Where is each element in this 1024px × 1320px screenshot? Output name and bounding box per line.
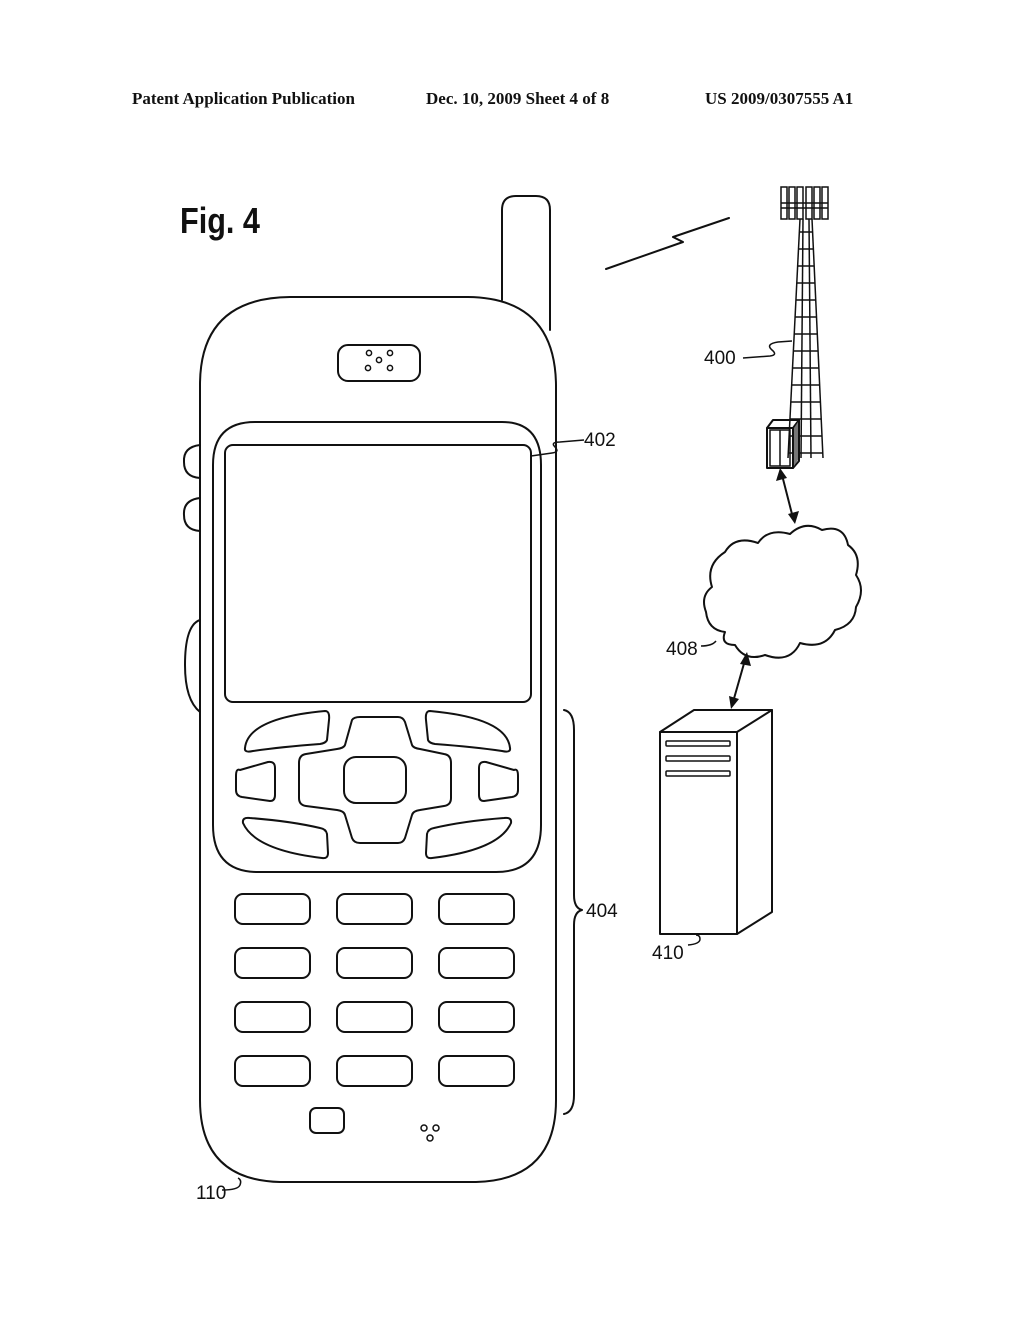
label-402: 402 bbox=[584, 430, 616, 451]
dpad-center-select[interactable] bbox=[343, 756, 407, 804]
navigation-pad bbox=[235, 710, 519, 860]
equipment-shelter-icon bbox=[766, 419, 800, 469]
server-icon bbox=[659, 709, 773, 935]
server-leader-line bbox=[687, 934, 701, 946]
side-button-large bbox=[184, 619, 201, 713]
microphone-icon bbox=[420, 1124, 440, 1142]
keypad-key[interactable] bbox=[336, 1001, 413, 1033]
keypad-key[interactable] bbox=[438, 947, 515, 979]
label-404: 404 bbox=[586, 901, 618, 922]
side-button-upper bbox=[182, 444, 201, 479]
mobile-phone bbox=[182, 195, 557, 1183]
network-server-link-arrow bbox=[729, 652, 751, 709]
tower-network-link-arrow bbox=[776, 468, 799, 524]
keypad-key[interactable] bbox=[438, 1055, 515, 1087]
softkey-lower-right[interactable] bbox=[425, 816, 513, 860]
softkey-lower-left[interactable] bbox=[241, 816, 329, 860]
network-leader-line bbox=[700, 640, 717, 647]
label-400: 400 bbox=[704, 348, 736, 369]
softkey-right[interactable] bbox=[478, 760, 519, 802]
softkey-upper-right[interactable] bbox=[424, 710, 512, 753]
label-410: 410 bbox=[652, 943, 684, 964]
side-button-middle bbox=[182, 497, 201, 532]
network-cloud-icon bbox=[703, 524, 862, 659]
front-bezel bbox=[212, 421, 542, 873]
display-screen bbox=[224, 444, 532, 703]
antenna bbox=[501, 195, 551, 331]
keypad-key[interactable] bbox=[234, 893, 311, 925]
softkey-upper-left[interactable] bbox=[243, 710, 331, 753]
cell-tower bbox=[766, 186, 829, 469]
keypad-key[interactable] bbox=[438, 1001, 515, 1033]
tower-leader-line bbox=[742, 340, 793, 359]
figure-drawing: 402 404 110 400 408 410 bbox=[182, 186, 862, 1204]
keypad-key[interactable] bbox=[336, 893, 413, 925]
keypad-key[interactable] bbox=[336, 1055, 413, 1087]
label-110: 110 bbox=[196, 1183, 226, 1204]
keypad-key[interactable] bbox=[234, 1055, 311, 1087]
softkey-left[interactable] bbox=[235, 760, 276, 802]
keypad-key[interactable] bbox=[336, 947, 413, 979]
phone-body bbox=[199, 296, 557, 1183]
keypad bbox=[234, 893, 515, 1087]
label-408: 408 bbox=[666, 639, 698, 660]
keypad-key[interactable] bbox=[438, 893, 515, 925]
wireless-signal-icon bbox=[605, 217, 730, 270]
keypad-key[interactable] bbox=[234, 947, 311, 979]
tower-antenna-array-icon bbox=[780, 186, 829, 220]
keypad-key[interactable] bbox=[234, 1001, 311, 1033]
earpiece-speaker-icon bbox=[337, 344, 421, 382]
keypad-brace bbox=[563, 709, 583, 1115]
bottom-function-key[interactable] bbox=[309, 1107, 345, 1134]
